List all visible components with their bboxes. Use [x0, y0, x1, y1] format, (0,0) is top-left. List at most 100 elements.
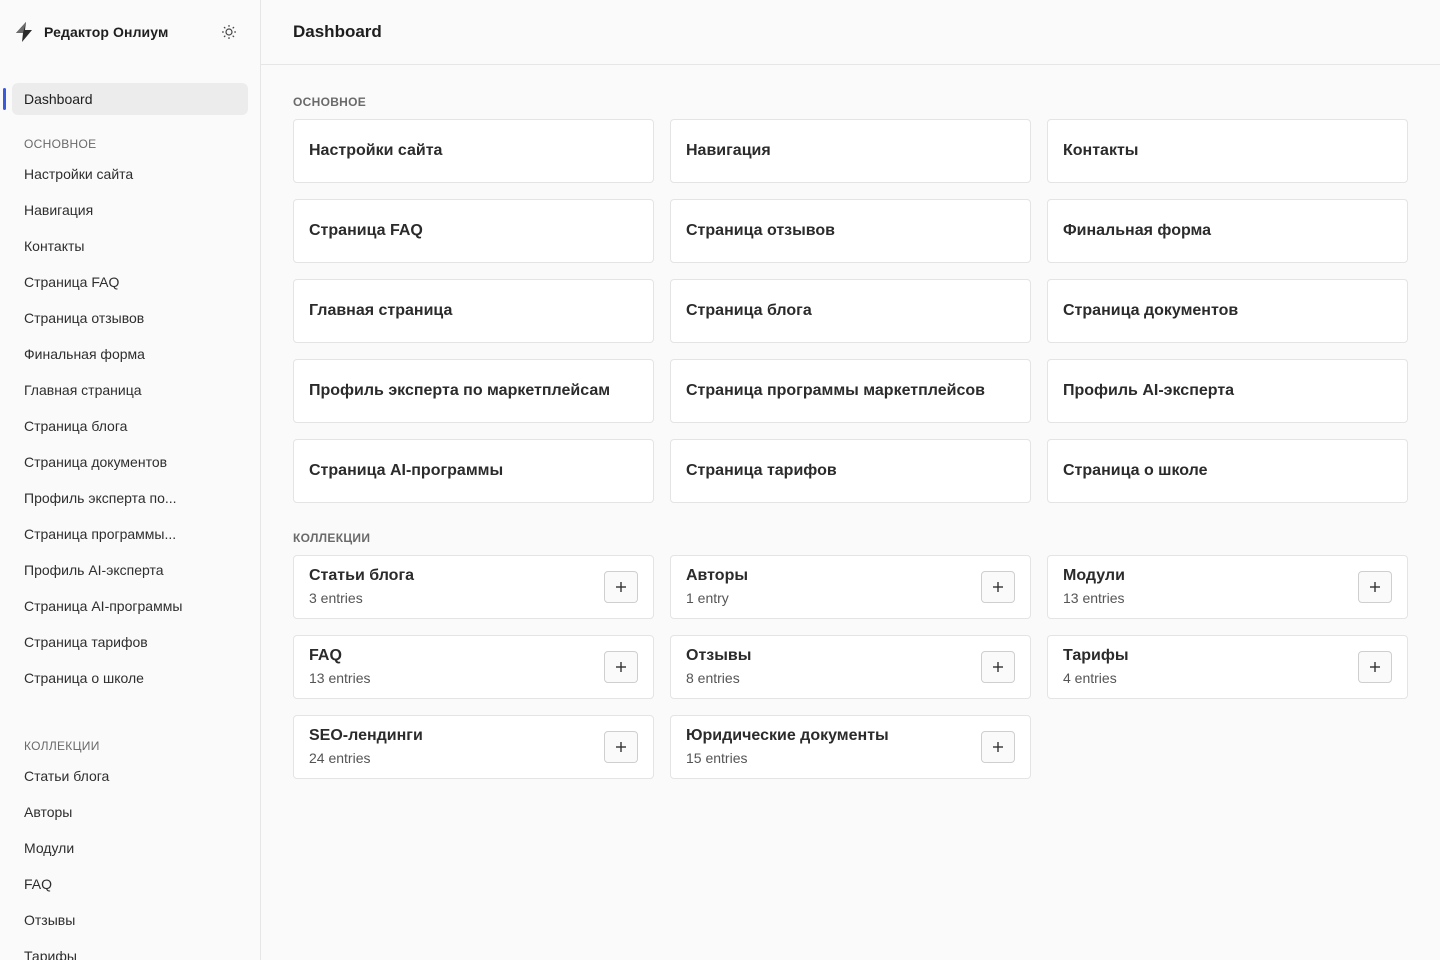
single-card-title: Страница AI-программы: [309, 462, 504, 479]
add-entry-button[interactable]: [604, 571, 638, 603]
collection-card-text: FAQ 13 entries: [309, 646, 604, 688]
sidebar-dashboard-wrap: Dashboard: [0, 83, 260, 115]
sidebar-item[interactable]: Финальная форма: [0, 336, 260, 372]
single-card-title: Страница тарифов: [686, 462, 837, 479]
plus-icon: [616, 582, 626, 592]
single-card-title: Страница FAQ: [309, 222, 423, 239]
sidebar-item[interactable]: Страница документов: [0, 444, 260, 480]
single-card-title: Профиль AI-эксперта: [1063, 382, 1235, 399]
sidebar-item[interactable]: Страница AI-программы: [0, 588, 260, 624]
single-card[interactable]: Страница отзывов: [670, 199, 1031, 263]
sidebar-item[interactable]: Страница блога: [0, 408, 260, 444]
plus-icon: [993, 582, 1003, 592]
single-card-title: Финальная форма: [1063, 222, 1212, 239]
single-card[interactable]: Страница FAQ: [293, 199, 654, 263]
collection-title: FAQ: [309, 647, 342, 664]
sidebar-collection-item[interactable]: Авторы: [0, 794, 260, 830]
collection-entry-count: 13 entries: [1063, 590, 1125, 606]
sidebar-item-dashboard[interactable]: Dashboard: [12, 83, 248, 115]
collection-card-text: Тарифы 4 entries: [1063, 646, 1358, 688]
single-card[interactable]: Страница документов: [1047, 279, 1408, 343]
single-card[interactable]: Настройки сайта: [293, 119, 654, 183]
sidebar-collection-item[interactable]: FAQ: [0, 866, 260, 902]
single-card[interactable]: Страница тарифов: [670, 439, 1031, 503]
collection-title: SEO-лендинги: [309, 727, 423, 744]
add-entry-button[interactable]: [981, 571, 1015, 603]
sidebar-item[interactable]: Профиль AI-эксперта: [0, 552, 260, 588]
collection-entry-count: 15 entries: [686, 750, 748, 766]
collection-card[interactable]: SEO-лендинги 24 entries: [293, 715, 654, 779]
single-card-title: Настройки сайта: [309, 142, 443, 159]
collection-title: Тарифы: [1063, 647, 1129, 664]
single-card-title: Страница о школе: [1063, 462, 1208, 479]
sidebar-item[interactable]: Навигация: [0, 192, 260, 228]
collection-card[interactable]: Тарифы 4 entries: [1047, 635, 1408, 699]
logo-icon: [12, 20, 36, 44]
sidebar-item[interactable]: Страница о школе: [0, 660, 260, 696]
collection-entry-count: 3 entries: [309, 590, 363, 606]
single-card-title: Страница отзывов: [686, 222, 835, 239]
collections-grid: Статьи блога 3 entries Авторы 1 entry Модули…: [293, 555, 1408, 779]
sidebar-item[interactable]: Страница FAQ: [0, 264, 260, 300]
single-card[interactable]: Контакты: [1047, 119, 1408, 183]
sidebar: Редактор Онлиум Dashboard Основное: [0, 0, 261, 960]
collection-title: Модули: [1063, 567, 1125, 584]
plus-icon: [1370, 662, 1380, 672]
sidebar-collection-item[interactable]: Тарифы: [0, 938, 260, 960]
section-label-main: Основное: [293, 95, 367, 109]
single-card[interactable]: Финальная форма: [1047, 199, 1408, 263]
app-root: Редактор Онлиум Dashboard Основное: [0, 0, 1440, 960]
collection-title: Отзывы: [686, 647, 752, 664]
sidebar-item[interactable]: Контакты: [0, 228, 260, 264]
content: Основное Настройки сайта Навигация Контакт…: [261, 65, 1440, 779]
single-card[interactable]: Профиль AI-эксперта: [1047, 359, 1408, 423]
sidebar-item[interactable]: Главная страница: [0, 372, 260, 408]
collection-entry-count: 13 entries: [309, 670, 371, 686]
page-title: Dashboard: [293, 22, 382, 41]
collection-card[interactable]: Юридические документы 15 entries: [670, 715, 1031, 779]
plus-icon: [616, 742, 626, 752]
collection-card-text: Модули 13 entries: [1063, 566, 1358, 608]
plus-icon: [1370, 582, 1380, 592]
sidebar-collection-item[interactable]: Отзывы: [0, 902, 260, 938]
sidebar-item[interactable]: Настройки сайта: [0, 156, 260, 192]
single-card-title: Навигация: [686, 142, 771, 159]
collection-card-text: Статьи блога 3 entries: [309, 566, 604, 608]
sidebar-section-collections: Коллекции: [24, 739, 100, 753]
single-card[interactable]: Страница программы маркетплейсов: [670, 359, 1031, 423]
collection-title: Статьи блога: [309, 567, 415, 584]
sidebar-collection-item[interactable]: Модули: [0, 830, 260, 866]
single-card[interactable]: Профиль эксперта по маркетплейсам: [293, 359, 654, 423]
add-entry-button[interactable]: [981, 651, 1015, 683]
top-bar: Dashboard: [261, 0, 1440, 65]
sidebar-item[interactable]: Страница программы...: [0, 516, 260, 552]
single-card[interactable]: Навигация: [670, 119, 1031, 183]
collection-entry-count: 24 entries: [309, 750, 371, 766]
collection-card[interactable]: Отзывы 8 entries: [670, 635, 1031, 699]
sidebar-collections-list: Статьи блога Авторы Модули FAQ Отзывы Тарифы: [0, 758, 260, 960]
single-card[interactable]: Страница о школе: [1047, 439, 1408, 503]
collection-card[interactable]: FAQ 13 entries: [293, 635, 654, 699]
collection-card[interactable]: Статьи блога 3 entries: [293, 555, 654, 619]
add-entry-button[interactable]: [604, 731, 638, 763]
add-entry-button[interactable]: [981, 731, 1015, 763]
collection-title: Авторы: [686, 567, 749, 584]
sidebar-item[interactable]: Профиль эксперта по...: [0, 480, 260, 516]
app-title: Редактор Онлиум: [44, 24, 169, 40]
single-card[interactable]: Страница блога: [670, 279, 1031, 343]
collection-card[interactable]: Модули 13 entries: [1047, 555, 1408, 619]
add-entry-button[interactable]: [604, 651, 638, 683]
sidebar-item[interactable]: Страница тарифов: [0, 624, 260, 660]
sidebar-collection-item[interactable]: Статьи блога: [0, 758, 260, 794]
single-card[interactable]: Главная страница: [293, 279, 654, 343]
plus-icon: [993, 662, 1003, 672]
collection-card[interactable]: Авторы 1 entry: [670, 555, 1031, 619]
singles-grid: Настройки сайта Навигация Контакты Страница…: [293, 119, 1408, 503]
collection-card-text: Юридические документы 15 entries: [686, 726, 981, 768]
add-entry-button[interactable]: [1358, 571, 1392, 603]
add-entry-button[interactable]: [1358, 651, 1392, 683]
single-card[interactable]: Страница AI-программы: [293, 439, 654, 503]
single-card-title: Страница документов: [1063, 302, 1239, 319]
theme-toggle-icon[interactable]: [220, 23, 238, 41]
sidebar-item[interactable]: Страница отзывов: [0, 300, 260, 336]
